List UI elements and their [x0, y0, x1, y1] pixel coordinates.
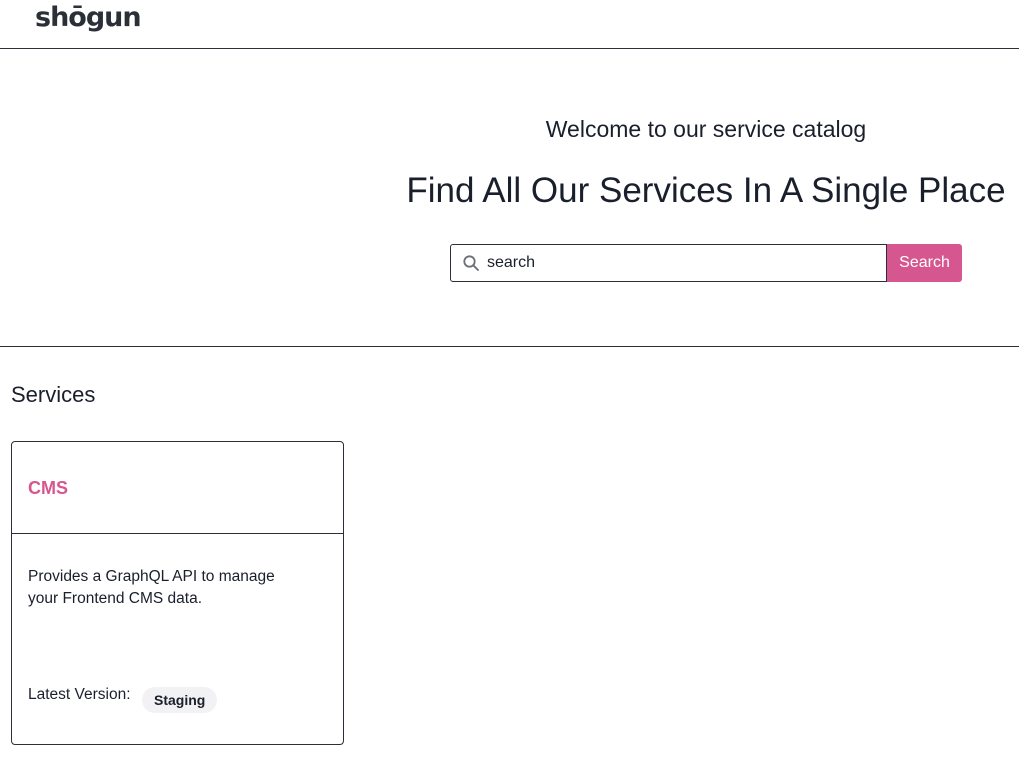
search-input[interactable]: [487, 245, 877, 281]
service-card-title[interactable]: CMS: [28, 478, 68, 499]
top-bar: shōgun: [0, 0, 1019, 49]
latest-version-label: Latest Version:: [28, 686, 131, 703]
service-card-description: Provides a GraphQL API to manage your Fr…: [28, 568, 275, 607]
hero-section: Welcome to our service catalog Find All …: [0, 49, 1019, 347]
search-icon: [463, 255, 479, 271]
search-button[interactable]: Search: [887, 244, 962, 282]
version-badge: Staging: [142, 687, 218, 713]
services-heading: Services: [11, 382, 96, 407]
search-box[interactable]: [450, 244, 887, 282]
service-card-cms[interactable]: CMS Provides a GraphQL API to manage you…: [11, 441, 344, 745]
shogun-logo[interactable]: shōgun: [35, 2, 142, 33]
welcome-text: Welcome to our service catalog: [545, 116, 867, 142]
service-card-header: CMS: [12, 442, 343, 534]
page-headline: Find All Our Services In A Single Place: [406, 171, 1006, 210]
